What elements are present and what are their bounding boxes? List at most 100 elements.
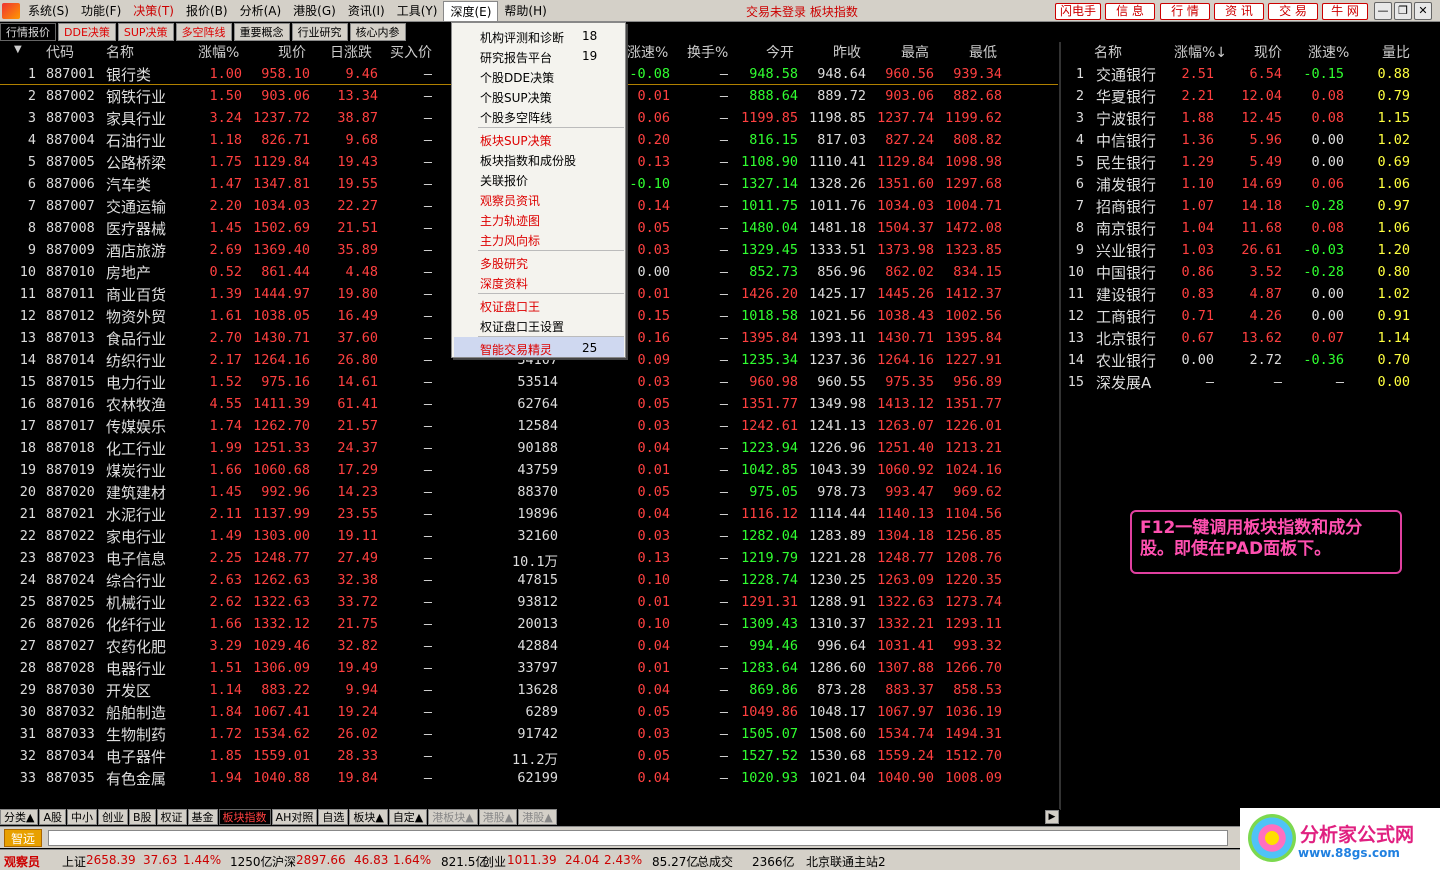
news-button[interactable]: 资 讯	[1214, 3, 1264, 20]
table-row[interactable]: 22 887022 家电行业 1.49 1303.00 19.11 — 32160 0.03 — 1…	[0, 525, 1058, 547]
table-row[interactable]: 27 887027 农药化肥 3.29 1029.46 32.82 — 42884 0.04 — 9…	[0, 635, 1058, 657]
minimize-icon[interactable]: —	[1374, 2, 1392, 20]
col-price[interactable]: 现价	[278, 42, 306, 62]
table-row[interactable]: 30 887032 船舶制造 1.84 1067.41 19.24 — 6289 0.05 — 10…	[0, 701, 1058, 723]
menu-depth[interactable]: 深度(E)	[443, 0, 499, 21]
menu-hk[interactable]: 港股(G)	[287, 1, 342, 21]
table-row[interactable]: 20 887020 建筑建材 1.45 992.96 14.23 — 88370 0.05 — 97…	[0, 481, 1058, 503]
rcol-speed[interactable]: 涨速%	[1308, 42, 1349, 62]
menu-function[interactable]: 功能(F)	[75, 1, 127, 21]
col-name[interactable]: 名称	[106, 42, 134, 62]
restore-icon[interactable]: ❐	[1394, 2, 1412, 20]
bottom-tab[interactable]: 板块指数	[218, 809, 271, 825]
bottom-tab[interactable]: A股	[39, 809, 66, 825]
tab-core[interactable]: 核心内参	[349, 23, 406, 41]
table-row[interactable]: 19 887019 煤炭行业 1.66 1060.68 17.29 — 43759 0.01 — 1…	[0, 459, 1058, 481]
tab-sup[interactable]: SUP决策	[117, 23, 174, 41]
col-high[interactable]: 最高	[901, 42, 929, 62]
table-row[interactable]: 16 887016 农林牧渔 4.55 1411.39 61.41 — 62764 0.05 — 1…	[0, 393, 1058, 415]
col-open[interactable]: 今开	[766, 42, 794, 62]
observer-label[interactable]: 观察员	[4, 853, 40, 870]
constituent-row[interactable]: 13 北京银行 0.67 13.62 0.07 1.14	[1062, 327, 1440, 349]
table-row[interactable]: 33 887035 有色金属 1.94 1040.88 19.84 — 62199 0.04 — 1…	[0, 767, 1058, 789]
constituent-row[interactable]: 5 民生银行 1.29 5.49 0.00 0.69	[1062, 151, 1440, 173]
constituent-row[interactable]: 8 南京银行 1.04 11.68 0.08 1.06	[1062, 217, 1440, 239]
table-row[interactable]: 29 887030 开发区 1.14 883.22 9.94 — 13628 0.04 — 869.…	[0, 679, 1058, 701]
table-row[interactable]: 17 887017 传媒娱乐 1.74 1262.70 21.57 — 12584 0.03 — 1…	[0, 415, 1058, 437]
depth-menu-item[interactable]: 板块SUP决策	[480, 132, 552, 149]
server-name[interactable]: 北京联通主站2	[806, 853, 886, 870]
bottom-tab[interactable]: 基金	[187, 809, 218, 825]
rcol-price[interactable]: 现价	[1254, 42, 1282, 62]
depth-menu-item[interactable]: 个股DDE决策	[480, 69, 554, 86]
col-pct[interactable]: 涨幅%	[198, 42, 239, 62]
table-row[interactable]: 26 887026 化纤行业 1.66 1332.12 21.75 — 20013 0.10 — 1…	[0, 613, 1058, 635]
bottom-tab[interactable]: 港股▲	[478, 809, 518, 825]
table-row[interactable]: 18 887018 化工行业 1.99 1251.33 24.37 — 90188 0.04 — 1…	[0, 437, 1058, 459]
trade-button[interactable]: 交 易	[1268, 3, 1318, 20]
table-row[interactable]: 21 887021 水泥行业 2.11 1137.99 23.55 — 19896 0.04 — 1…	[0, 503, 1058, 525]
depth-menu-item[interactable]: 权证盘口王设置	[480, 318, 564, 335]
depth-menu-item[interactable]: 主力风向标	[480, 232, 540, 249]
niu-button[interactable]: 牛 网	[1322, 3, 1368, 20]
lightning-button[interactable]: 闪电手	[1055, 3, 1101, 20]
bottom-tab[interactable]: AH对照	[271, 809, 318, 825]
bottom-tab[interactable]: 创业	[98, 809, 128, 825]
tab-industry[interactable]: 行业研究	[291, 23, 348, 41]
rcol-name[interactable]: 名称	[1094, 42, 1122, 62]
table-row[interactable]: 24 887024 综合行业 2.63 1262.63 32.38 — 47815 0.10 — 1…	[0, 569, 1058, 591]
depth-menu-item[interactable]: 个股SUP决策	[480, 89, 552, 106]
depth-menu-item[interactable]: 深度资料	[480, 275, 528, 292]
bottom-tab[interactable]: 自选	[318, 809, 349, 825]
menu-tools[interactable]: 工具(Y)	[391, 1, 444, 21]
menu-system[interactable]: 系统(S)	[22, 1, 75, 21]
depth-menu-item[interactable]: 权证盘口王	[480, 298, 540, 315]
depth-menu-item[interactable]: 研究报告平台	[480, 49, 552, 66]
menu-analysis[interactable]: 分析(A)	[234, 1, 288, 21]
constituent-row[interactable]: 2 华夏银行 2.21 12.04 0.08 0.79	[1062, 85, 1440, 107]
rcol-pct[interactable]: 涨幅%↓	[1174, 42, 1227, 62]
depth-menu-item[interactable]: 机构评测和诊断	[480, 29, 564, 46]
constituent-row[interactable]: 1 交通银行 2.51 6.54 -0.15 0.88	[1062, 63, 1440, 85]
depth-menu-item[interactable]: 主力轨迹图	[480, 212, 540, 229]
sort-down-icon[interactable]: ▼	[14, 44, 22, 55]
info-button[interactable]: 信 息	[1105, 3, 1155, 20]
command-input[interactable]	[48, 830, 1228, 846]
col-buy[interactable]: 买入价	[390, 42, 432, 62]
col-prev[interactable]: 昨收	[833, 42, 861, 62]
bottom-tab[interactable]: 中小	[67, 809, 97, 825]
bottom-tab[interactable]: 板块▲	[349, 809, 388, 825]
constituent-row[interactable]: 6 浦发银行 1.10 14.69 0.06 1.06	[1062, 173, 1440, 195]
constituent-row[interactable]: 3 宁波银行 1.88 12.45 0.08 1.15	[1062, 107, 1440, 129]
constituent-row[interactable]: 4 中信银行 1.36 5.96 0.00 1.02	[1062, 129, 1440, 151]
depth-menu-item[interactable]: 智能交易精灵	[480, 341, 552, 358]
constituent-row[interactable]: 7 招商银行 1.07 14.18 -0.28 0.97	[1062, 195, 1440, 217]
menu-help[interactable]: 帮助(H)	[498, 1, 552, 21]
col-turnover[interactable]: 换手%	[687, 42, 728, 62]
constituent-row[interactable]: 9 兴业银行 1.03 26.61 -0.03 1.20	[1062, 239, 1440, 261]
col-code[interactable]: 代码	[46, 42, 74, 62]
quote-button[interactable]: 行 情	[1160, 3, 1210, 20]
rcol-ratio[interactable]: 量比	[1382, 42, 1410, 62]
depth-menu-item[interactable]: 观察员资讯	[480, 192, 540, 209]
col-speed[interactable]: 涨速%	[627, 42, 668, 62]
table-row[interactable]: 28 887028 电器行业 1.51 1306.09 19.49 — 33797 0.01 — 1…	[0, 657, 1058, 679]
constituent-row[interactable]: 12 工商银行 0.71 4.26 0.00 0.91	[1062, 305, 1440, 327]
table-row[interactable]: 31 887033 生物制药 1.72 1534.62 26.02 — 91742 0.03 — 1…	[0, 723, 1058, 745]
col-chg[interactable]: 日涨跌	[330, 42, 372, 62]
bottom-tab[interactable]: 港板块▲	[428, 809, 478, 825]
table-row[interactable]: 23 887023 电子信息 2.25 1248.77 27.49 — 10.1万 0.13 — 1…	[0, 547, 1058, 570]
constituent-row[interactable]: 11 建设银行 0.83 4.87 0.00 1.02	[1062, 283, 1440, 305]
bottom-tab[interactable]: B股	[129, 809, 156, 825]
depth-menu-item[interactable]: 多股研究	[480, 255, 528, 272]
menu-quote[interactable]: 报价(B)	[180, 1, 234, 21]
table-row[interactable]: 15 887015 电力行业 1.52 975.16 14.61 — 53514 0.03 — 96…	[0, 371, 1058, 393]
tab-longshort[interactable]: 多空阵线	[175, 23, 232, 41]
menu-info[interactable]: 资讯(I)	[342, 1, 391, 21]
bottom-tab[interactable]: 港股▲	[518, 809, 557, 825]
panel-divider[interactable]	[1059, 42, 1061, 810]
menu-decision[interactable]: 决策(T)	[127, 1, 180, 21]
tab-dde[interactable]: DDE决策	[58, 23, 116, 41]
constituent-row[interactable]: 14 农业银行 0.00 2.72 -0.36 0.70	[1062, 349, 1440, 371]
tab-quote[interactable]: 行情报价	[0, 23, 56, 41]
